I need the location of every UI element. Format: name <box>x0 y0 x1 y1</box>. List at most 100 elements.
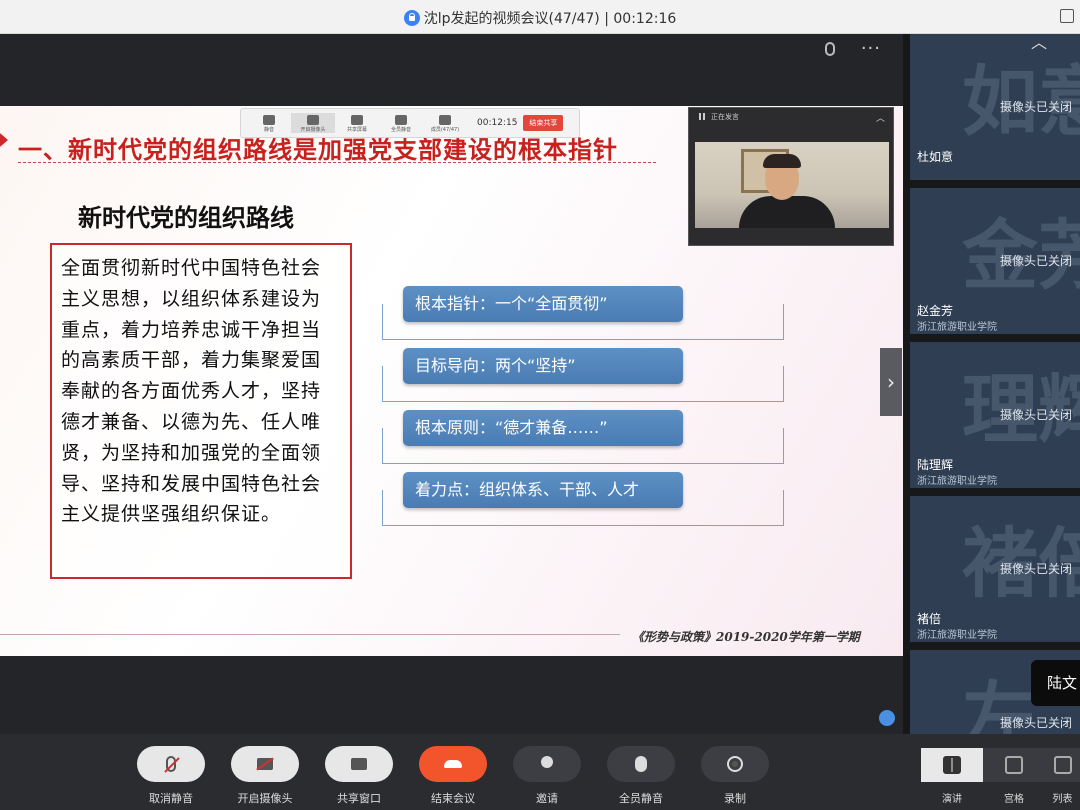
share-window-button-body[interactable] <box>325 746 393 782</box>
mute-all-icon <box>635 756 647 772</box>
mini-share-button[interactable]: 共享屏幕 <box>335 113 379 133</box>
mini-mute-button[interactable]: 静音 <box>247 113 291 133</box>
body-line: 德才兼备、以德为先、任人唯 <box>61 410 322 433</box>
end-meeting-button[interactable]: 结束会议 <box>419 746 487 806</box>
speaking-status: 正在发言 <box>711 113 739 121</box>
footer-divider <box>0 634 620 635</box>
list-view-label: 列表 <box>1052 794 1073 805</box>
participant-tooltip: 陆文 <box>1031 660 1080 706</box>
participant-panel: 如意 摄像头已关闭 杜如意 金芳 摄像头已关闭 赵金芳 浙江旅游职业学院 理辉 … <box>903 34 1080 734</box>
point-row: 目标导向：两个“坚持” <box>382 348 784 402</box>
more-options-icon[interactable]: ··· <box>861 40 881 58</box>
point-label: 根本指针：一个“全面贯彻” <box>403 286 683 322</box>
share-window-button[interactable]: 共享窗口 <box>325 746 393 806</box>
camera-off-status: 摄像头已关闭 <box>1000 408 1073 422</box>
meeting-timer: 00:12:16 <box>613 11 677 27</box>
gallery-view-button[interactable]: 宫格 <box>983 748 1045 805</box>
collapse-chevron-icon[interactable]: ︿ <box>876 111 885 124</box>
invite-button[interactable]: 邀请 <box>513 746 581 806</box>
collapse-panel-chevron-icon[interactable]: ︿ <box>1004 34 1074 52</box>
camera-off-icon <box>257 758 273 770</box>
start-camera-label: 开启摄像头 <box>237 792 293 805</box>
mini-mute-all-button[interactable]: 全员静音 <box>379 113 423 133</box>
point-row: 着力点：组织体系、干部、人才 <box>382 472 784 526</box>
list-view-button[interactable]: 列表 <box>1045 748 1080 805</box>
mini-members-label: 成员(47/47) <box>430 127 460 133</box>
camera-off-status: 摄像头已关闭 <box>1000 716 1073 730</box>
body-line: 奉献的各方面优秀人才，坚持 <box>61 380 322 403</box>
mic-icon[interactable] <box>824 42 835 56</box>
stage-top-controls: ··· <box>824 40 881 58</box>
speaker-view-label: 演讲 <box>942 794 962 805</box>
start-camera-button[interactable]: 开启摄像头 <box>231 746 299 806</box>
speaker-camera-window[interactable]: 正在发言 ︿ <box>688 107 894 246</box>
lock-icon <box>403 10 420 26</box>
unmute-button[interactable]: 取消静音 <box>137 746 205 806</box>
hang-up-icon <box>444 760 462 768</box>
end-meeting-button-body[interactable] <box>419 746 487 782</box>
window-title: 沈lp发起的视频会议(47/47) | 00:12:16 <box>0 8 1080 28</box>
share-window-label: 共享窗口 <box>337 792 381 805</box>
participant-org: 浙江旅游职业学院 <box>917 630 997 641</box>
body-line: 重点，着力培养忠诚干净担当 <box>61 318 322 341</box>
meeting-app: 沈lp发起的视频会议(47/47) | 00:12:16 ··· 一、新时代党的… <box>0 0 1080 810</box>
shared-screen-stage: ··· 一、新时代党的组织路线是加强党支部建设的根本指针 新时代党的组织路线 全… <box>0 34 903 734</box>
members-icon <box>439 115 451 125</box>
share-window-icon <box>351 758 367 770</box>
heading-divider <box>18 162 656 163</box>
mute-all-label: 全员静音 <box>619 792 663 805</box>
participant-tile[interactable]: 金芳 摄像头已关闭 赵金芳 浙江旅游职业学院 <box>910 188 1080 334</box>
slide-footer: 《形势与政策》2019-2020学年第一学期 <box>632 630 860 644</box>
camera-off-status: 摄像头已关闭 <box>1000 562 1073 576</box>
point-label: 目标导向：两个“坚持” <box>403 348 683 384</box>
mini-camera-label: 开启摄像头 <box>300 127 326 133</box>
mute-all-button[interactable]: 全员静音 <box>607 746 675 806</box>
mute-all-icon <box>395 115 407 125</box>
mini-mute-label: 静音 <box>263 127 274 133</box>
participant-name: 杜如意 <box>917 150 954 164</box>
speaker-view-icon <box>943 756 961 774</box>
mini-members-button[interactable]: 成员(47/47) <box>423 113 467 133</box>
participant-name: 褚倍 <box>917 612 942 626</box>
point-row: 根本原则：“德才兼备……” <box>382 410 784 464</box>
body-line: 的高素质干部，着力集聚爱国 <box>61 349 322 372</box>
body-line: 全面贯彻新时代中国特色社会 <box>61 257 322 279</box>
invite-label: 邀请 <box>536 792 558 805</box>
body-line: 主义思想，以组织体系建设为 <box>61 287 322 310</box>
record-label: 录制 <box>724 792 746 805</box>
unmute-button-body[interactable] <box>137 746 205 782</box>
record-button-body[interactable] <box>701 746 769 782</box>
body-line: 导、坚持和发展中国特色社会 <box>61 472 322 495</box>
next-page-chevron-icon[interactable]: › <box>880 348 902 416</box>
mic-icon <box>263 115 275 125</box>
participant-name: 赵金芳 <box>917 304 954 318</box>
speaker-view-button[interactable]: 演讲 <box>921 748 983 805</box>
participant-tile[interactable]: 理辉 摄像头已关闭 陆理辉 浙江旅游职业学院 <box>910 342 1080 488</box>
camera-window-header: 正在发言 ︿ <box>689 108 893 126</box>
screen-share-indicator-icon[interactable] <box>879 710 895 726</box>
stop-sharing-button[interactable]: 结束共享 <box>523 115 564 131</box>
slide-subheading: 新时代党的组织路线 <box>78 204 294 232</box>
mini-share-label: 共享屏幕 <box>346 127 367 133</box>
participant-tile[interactable]: 如意 摄像头已关闭 杜如意 <box>910 34 1080 180</box>
participant-org: 浙江旅游职业学院 <box>917 476 997 487</box>
window-restore-icon[interactable] <box>1060 9 1074 23</box>
body-line: 主义提供坚强组织保证。 <box>61 503 282 526</box>
start-camera-button-body[interactable] <box>231 746 299 782</box>
record-button[interactable]: 录制 <box>701 746 769 806</box>
grid-icon <box>1005 756 1023 774</box>
body-line: 贤，为坚持和加强党的全面领 <box>61 441 322 464</box>
invite-button-body[interactable] <box>513 746 581 782</box>
camera-icon <box>307 115 319 125</box>
point-label: 着力点：组织体系、干部、人才 <box>403 472 683 508</box>
point-label: 根本原则：“德才兼备……” <box>403 410 683 446</box>
participant-name: 陆理辉 <box>917 458 954 472</box>
bottom-control-bar: 取消静音 开启摄像头 共享窗口 结束会议 邀请 全员静音 录制 演讲 宫格 列表 <box>0 734 1080 810</box>
list-icon <box>1053 756 1072 774</box>
share-screen-icon <box>351 115 363 125</box>
title-bar: 沈lp发起的视频会议(47/47) | 00:12:16 <box>0 0 1080 34</box>
mute-all-button-body[interactable] <box>607 746 675 782</box>
participant-tile[interactable]: 褚倍 摄像头已关闭 褚倍 浙江旅游职业学院 <box>910 496 1080 642</box>
point-row: 根本指针：一个“全面贯彻” <box>382 286 784 340</box>
mini-camera-button[interactable]: 开启摄像头 <box>291 113 335 133</box>
